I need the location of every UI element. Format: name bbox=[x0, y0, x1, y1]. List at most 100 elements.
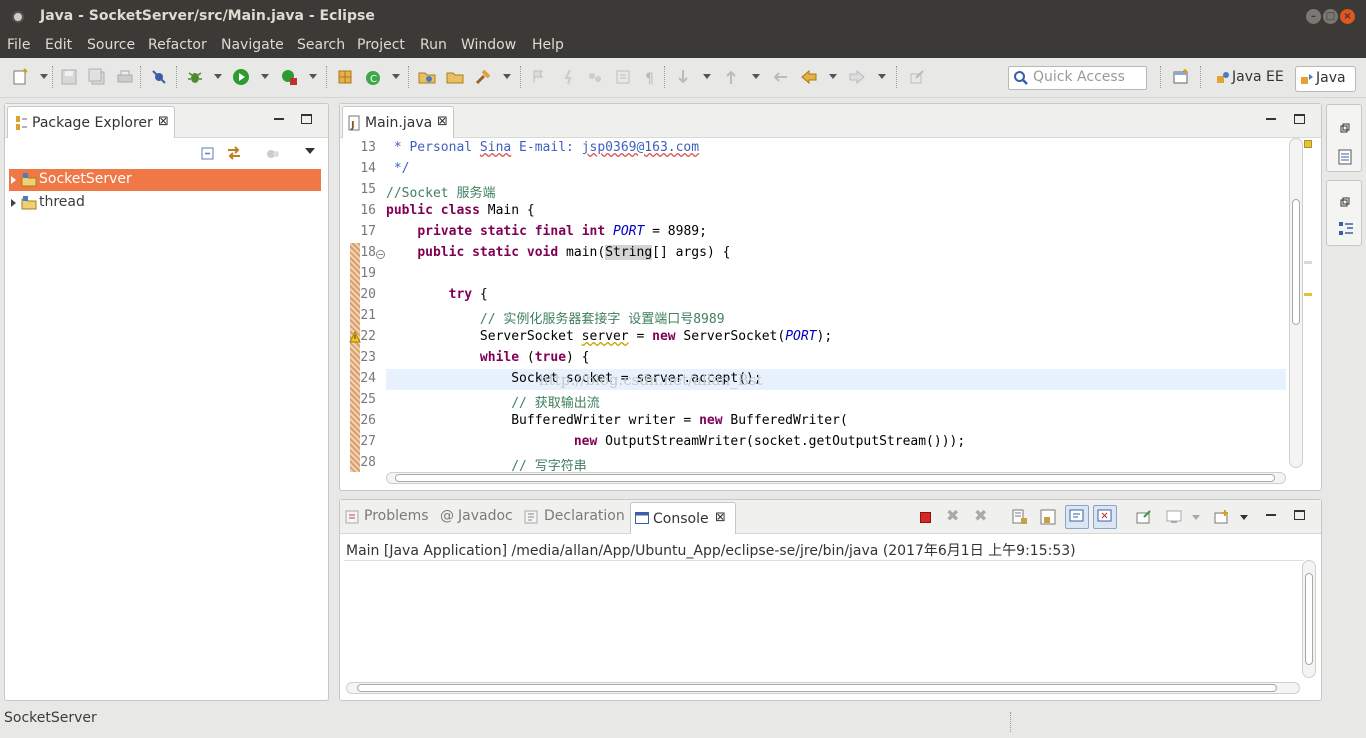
external-tools-dropdown-icon[interactable] bbox=[309, 74, 317, 79]
minimize-icon[interactable] bbox=[1266, 118, 1276, 120]
expand-arrow-icon[interactable] bbox=[11, 176, 16, 184]
code-line[interactable]: // 获取输出流 bbox=[386, 392, 599, 411]
previous-annotation-icon[interactable] bbox=[722, 68, 740, 86]
perspective-java-ee[interactable]: Java EE bbox=[1212, 66, 1294, 92]
minimize-icon[interactable] bbox=[1266, 514, 1276, 516]
new-dropdown-icon[interactable] bbox=[40, 74, 48, 79]
restore-icon[interactable] bbox=[1340, 197, 1350, 207]
menu-navigate[interactable]: Navigate bbox=[221, 37, 284, 53]
link-with-editor-icon[interactable] bbox=[225, 144, 243, 162]
overview-marker[interactable] bbox=[1304, 293, 1312, 296]
print-icon[interactable] bbox=[116, 68, 134, 86]
maximize-icon[interactable] bbox=[1294, 114, 1305, 124]
tab-declaration[interactable]: Declaration bbox=[544, 508, 625, 524]
console-hscroll-thumb[interactable] bbox=[357, 684, 1277, 692]
toggle-mark-occurrences-icon[interactable] bbox=[530, 68, 548, 86]
show-whitespace-icon[interactable] bbox=[614, 68, 632, 86]
code-line[interactable]: public static void main(String[] args) { bbox=[386, 245, 730, 260]
window-close-button[interactable]: × bbox=[1340, 9, 1355, 24]
terminate-icon[interactable] bbox=[920, 512, 931, 523]
tab-package-explorer[interactable]: Package Explorer ⊠ bbox=[7, 106, 175, 138]
editor-vertical-scrollbar[interactable] bbox=[1289, 138, 1303, 468]
display-selected-console-icon[interactable] bbox=[1166, 509, 1182, 525]
overview-marker[interactable] bbox=[1304, 261, 1312, 264]
code-line[interactable]: BufferedWriter writer = new BufferedWrit… bbox=[386, 413, 848, 428]
forward-icon[interactable] bbox=[848, 68, 866, 86]
remove-launch-icon[interactable]: ✖ bbox=[946, 506, 959, 525]
new-java-package-icon[interactable] bbox=[336, 68, 354, 86]
tree-item-thread[interactable]: thread bbox=[9, 192, 321, 214]
view-menu-icon[interactable] bbox=[305, 148, 315, 154]
code-line[interactable]: private static final int PORT = 8989; bbox=[386, 224, 707, 239]
editor-hscroll-thumb[interactable] bbox=[395, 474, 1275, 482]
menu-project[interactable]: Project bbox=[357, 37, 405, 53]
window-maximize-button[interactable]: □ bbox=[1323, 9, 1338, 24]
code-line[interactable]: // 写字符串 bbox=[386, 455, 586, 472]
task-list-icon[interactable] bbox=[1338, 149, 1352, 165]
toggle-block-selection-icon[interactable] bbox=[560, 68, 578, 86]
open-type-icon[interactable] bbox=[418, 68, 436, 86]
show-console-on-output-button[interactable] bbox=[1065, 505, 1089, 529]
next-annotation-dropdown-icon[interactable] bbox=[703, 74, 711, 79]
window-minimize-button[interactable]: – bbox=[1306, 9, 1321, 24]
console-horizontal-scrollbar[interactable] bbox=[346, 682, 1300, 694]
run-icon[interactable] bbox=[232, 68, 250, 86]
code-line[interactable]: //Socket 服务端 bbox=[386, 182, 495, 201]
debug-dropdown-icon[interactable] bbox=[214, 74, 222, 79]
search-tool-icon[interactable] bbox=[474, 68, 492, 86]
code-line[interactable]: public class Main { bbox=[386, 203, 535, 218]
code-line[interactable]: while (true) { bbox=[386, 350, 590, 365]
tab-javadoc[interactable]: Javadoc bbox=[458, 508, 513, 524]
console-output-area[interactable] bbox=[344, 560, 1304, 682]
toggle-breadcrumb-icon[interactable] bbox=[586, 68, 604, 86]
maximize-icon[interactable] bbox=[1294, 510, 1305, 520]
debug-icon[interactable] bbox=[186, 68, 204, 86]
menu-search[interactable]: Search bbox=[297, 37, 345, 53]
outline-icon[interactable] bbox=[1338, 221, 1354, 237]
word-wrap-icon[interactable] bbox=[1040, 509, 1056, 525]
fold-toggle-icon[interactable]: − bbox=[376, 250, 385, 259]
menu-source[interactable]: Source bbox=[87, 37, 135, 53]
expand-arrow-icon[interactable] bbox=[11, 199, 16, 207]
tab-problems[interactable]: Problems bbox=[364, 508, 429, 524]
maximize-icon[interactable] bbox=[301, 114, 312, 124]
forward-dropdown-icon[interactable] bbox=[878, 74, 886, 79]
menu-refactor[interactable]: Refactor bbox=[148, 37, 207, 53]
console-vscroll-thumb[interactable] bbox=[1305, 573, 1313, 665]
show-pilcrow-icon[interactable]: ¶ bbox=[642, 68, 660, 86]
warning-icon[interactable] bbox=[349, 331, 361, 343]
code-line[interactable]: try { bbox=[386, 287, 488, 302]
back-dropdown-icon[interactable] bbox=[829, 74, 837, 79]
close-icon[interactable]: ⊠ bbox=[437, 114, 448, 129]
perspective-java[interactable]: Java bbox=[1295, 66, 1356, 92]
menu-help[interactable]: Help bbox=[532, 37, 564, 53]
new-class-dropdown-icon[interactable] bbox=[392, 74, 400, 79]
back-icon[interactable] bbox=[800, 68, 818, 86]
skip-breakpoints-icon[interactable] bbox=[150, 68, 168, 86]
open-perspective-icon[interactable] bbox=[1172, 68, 1190, 86]
restore-icon[interactable] bbox=[1340, 123, 1350, 133]
last-edit-location-icon[interactable] bbox=[772, 68, 790, 86]
external-tools-icon[interactable] bbox=[280, 68, 298, 86]
show-console-on-error-button[interactable] bbox=[1093, 505, 1117, 529]
code-line[interactable]: ServerSocket server = new ServerSocket(P… bbox=[386, 329, 832, 344]
previous-annotation-dropdown-icon[interactable] bbox=[752, 74, 760, 79]
menu-run[interactable]: Run bbox=[420, 37, 447, 53]
tab-console[interactable]: Console ⊠ bbox=[630, 502, 736, 534]
overview-warning-marker[interactable] bbox=[1304, 140, 1312, 148]
new-icon[interactable] bbox=[12, 68, 30, 86]
close-icon[interactable]: ⊠ bbox=[158, 114, 169, 129]
open-console-dropdown-icon[interactable] bbox=[1240, 515, 1248, 520]
next-annotation-icon[interactable] bbox=[674, 68, 692, 86]
open-console-icon[interactable] bbox=[1214, 509, 1230, 525]
code-line[interactable]: new OutputStreamWriter(socket.getOutputS… bbox=[386, 434, 965, 449]
menu-window[interactable]: Window bbox=[461, 37, 516, 53]
code-line[interactable]: */ bbox=[386, 161, 410, 176]
minimize-icon[interactable] bbox=[274, 118, 284, 120]
open-folder-icon[interactable] bbox=[446, 68, 464, 86]
menu-edit[interactable]: Edit bbox=[45, 37, 72, 53]
tree-item-socketserver[interactable]: SocketServer bbox=[9, 169, 321, 191]
code-editor[interactable]: 13 * Personal Sina E-mail: jsp0369@163.c… bbox=[344, 138, 1294, 472]
save-icon[interactable] bbox=[60, 68, 78, 86]
search-dropdown-icon[interactable] bbox=[503, 74, 511, 79]
